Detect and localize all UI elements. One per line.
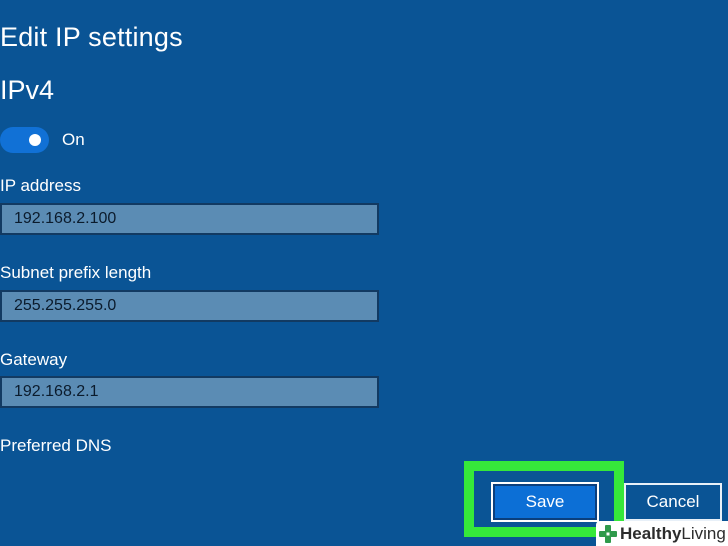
watermark-brand-rest: Living bbox=[681, 523, 726, 543]
cross-logo-icon bbox=[599, 524, 617, 543]
ip-address-label: IP address bbox=[0, 176, 81, 195]
save-button[interactable]: Save bbox=[491, 482, 599, 522]
cancel-button[interactable]: Cancel bbox=[624, 483, 722, 521]
subnet-prefix-input[interactable] bbox=[0, 290, 379, 322]
gateway-label: Gateway bbox=[0, 350, 68, 369]
watermark: Healthy Living bbox=[596, 521, 728, 546]
gateway-input[interactable] bbox=[0, 376, 379, 408]
ipv4-section-title: IPv4 bbox=[0, 75, 55, 105]
page-title: Edit IP settings bbox=[0, 22, 183, 52]
watermark-brand-bold: Healthy bbox=[620, 523, 682, 543]
preferred-dns-label: Preferred DNS bbox=[0, 436, 112, 455]
subnet-prefix-label: Subnet prefix length bbox=[0, 263, 152, 282]
ipv4-toggle[interactable] bbox=[0, 127, 49, 153]
ipv4-toggle-label: On bbox=[62, 130, 85, 149]
ip-address-input[interactable] bbox=[0, 203, 379, 235]
toggle-knob bbox=[29, 134, 41, 146]
